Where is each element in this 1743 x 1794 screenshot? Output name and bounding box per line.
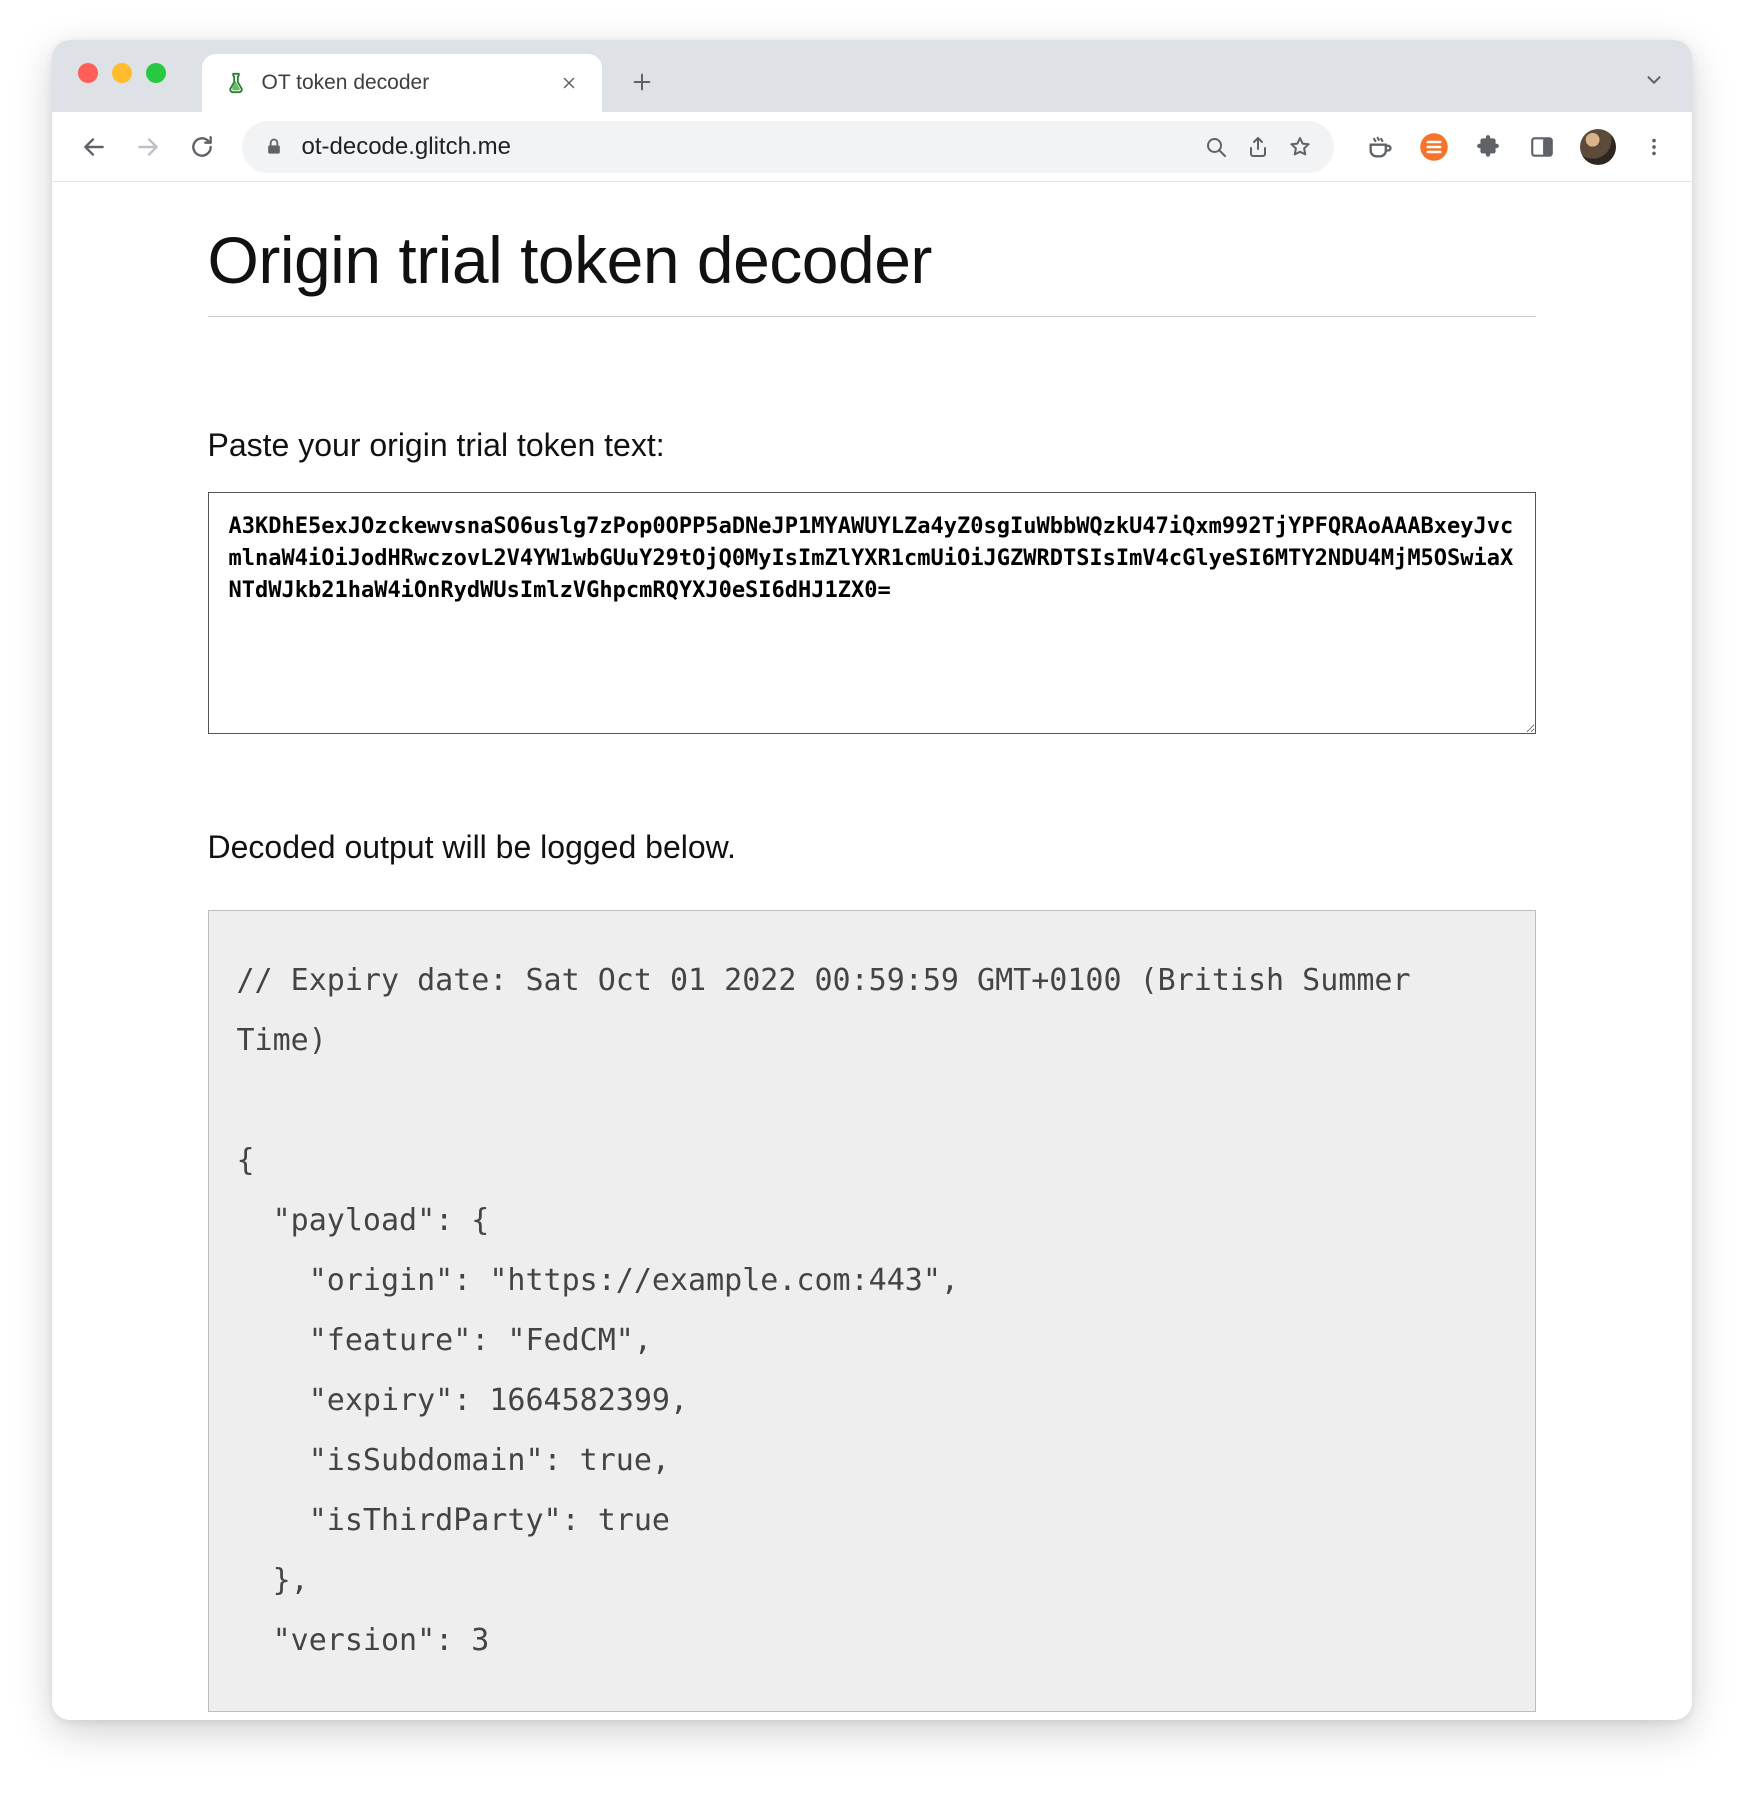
reload-button[interactable] (182, 127, 222, 167)
token-input[interactable] (208, 492, 1536, 734)
browser-toolbar: ot-decode.glitch.me (52, 112, 1692, 182)
profile-avatar[interactable] (1580, 129, 1616, 165)
extension-area (1354, 129, 1670, 165)
browser-tab-active[interactable]: OT token decoder (202, 54, 602, 112)
decoded-output: // Expiry date: Sat Oct 01 2022 00:59:59… (208, 910, 1536, 1712)
bookmark-star-icon[interactable] (1288, 135, 1312, 159)
side-panel-icon[interactable] (1526, 131, 1558, 163)
window-close-button[interactable] (78, 63, 98, 83)
input-label: Paste your origin trial token text: (208, 427, 1536, 464)
tab-strip: OT token decoder (52, 40, 1692, 112)
tab-overflow-button[interactable] (1632, 58, 1676, 102)
address-bar[interactable]: ot-decode.glitch.me (242, 121, 1334, 173)
share-icon[interactable] (1246, 135, 1270, 159)
coffee-icon[interactable] (1364, 131, 1396, 163)
window-controls (78, 40, 166, 112)
output-label: Decoded output will be logged below. (208, 829, 1536, 866)
back-button[interactable] (74, 127, 114, 167)
tab-title: OT token decoder (262, 71, 546, 95)
window-minimize-button[interactable] (112, 63, 132, 83)
page-viewport: Origin trial token decoder Paste your or… (52, 182, 1692, 1720)
page-title: Origin trial token decoder (208, 222, 1536, 317)
forward-button[interactable] (128, 127, 168, 167)
browser-window: OT token decoder ot-decode.glitch. (52, 40, 1692, 1720)
test-tube-icon (224, 71, 248, 95)
lock-icon (264, 137, 284, 157)
url-text: ot-decode.glitch.me (302, 133, 1186, 161)
window-zoom-button[interactable] (146, 63, 166, 83)
tab-close-button[interactable] (560, 74, 582, 92)
extensions-puzzle-icon[interactable] (1472, 131, 1504, 163)
search-icon[interactable] (1204, 135, 1228, 159)
orange-circle-extension-icon[interactable] (1418, 131, 1450, 163)
new-tab-button[interactable] (620, 60, 664, 104)
chrome-menu-icon[interactable] (1638, 131, 1670, 163)
